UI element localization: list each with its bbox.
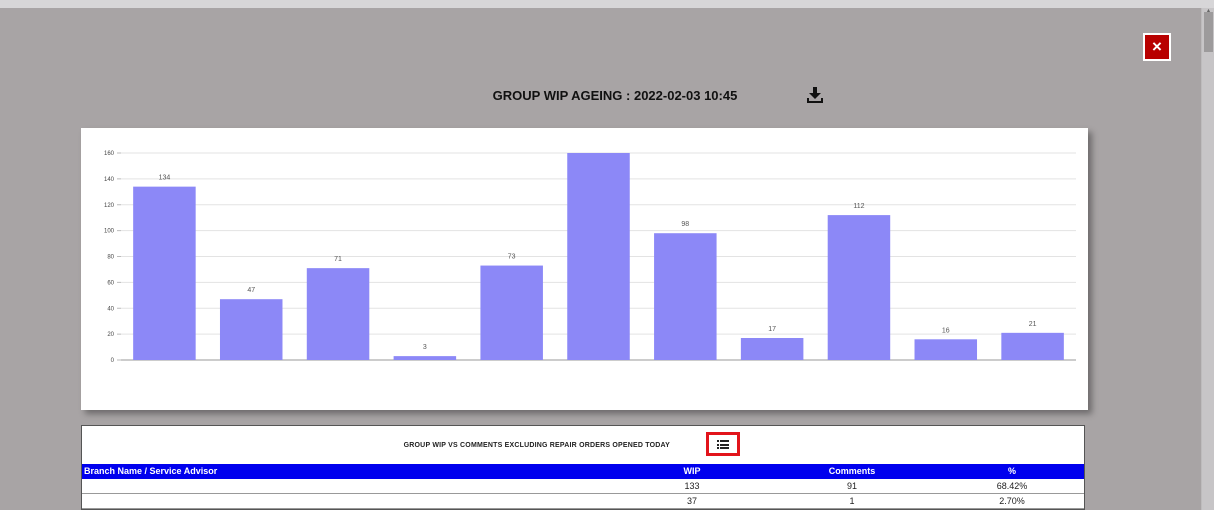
bar-data-label: 134 (159, 175, 171, 182)
list-toggle-button[interactable] (706, 432, 740, 456)
bar-data-label: 3 (423, 344, 427, 351)
table-title: GROUP WIP VS COMMENTS EXCLUDING REPAIR O… (403, 442, 670, 449)
y-tick-label: 60 (107, 280, 114, 286)
list-icon (717, 440, 729, 449)
cell-wip: 133 (684, 481, 700, 491)
bar (133, 186, 196, 360)
header-branch[interactable]: Branch Name / Service Advisor (84, 466, 217, 476)
bar (306, 268, 370, 360)
bar-data-label: 71 (334, 256, 342, 263)
bar-data-label: 47 (247, 287, 255, 294)
scroll-thumb[interactable] (1204, 12, 1213, 52)
header-percent[interactable]: % (962, 466, 1062, 476)
y-tick-label: 160 (104, 151, 115, 157)
y-tick-label: 80 (107, 255, 114, 261)
y-tick-label: 20 (107, 332, 114, 338)
bar-data-label: 21 (1029, 321, 1037, 328)
top-strip (0, 0, 1214, 8)
download-icon[interactable] (806, 86, 824, 104)
bar-data-label: 112 (853, 203, 864, 210)
page-title: GROUP WIP AGEING : 2022-02-03 10:45 (492, 88, 738, 103)
bar (480, 265, 543, 360)
bar-chart: 0 20 40 60 80 100 120 140 160 134 47 71 3 73 98 17 112 16… (104, 151, 1076, 364)
bar-data-label: 98 (681, 221, 689, 228)
cell-wip: 37 (686, 496, 697, 506)
bar (1001, 332, 1064, 360)
y-tick-label: 140 (104, 177, 115, 183)
bar (914, 339, 978, 360)
cell-comments: 91 (846, 481, 857, 491)
header-wip[interactable]: WIP (642, 466, 742, 476)
cell-percent: 2.70% (999, 496, 1025, 506)
table-row[interactable]: 37 1 2.70% (82, 494, 1084, 509)
y-tick-label: 120 (104, 203, 115, 209)
bar (393, 356, 457, 360)
table-row[interactable]: 133 91 68.42% (82, 479, 1084, 494)
bar-chart-panel: 0 20 40 60 80 100 120 140 160 134 47 71 3 73 98 17 112 16… (81, 128, 1088, 410)
bar-data-label: 73 (508, 254, 516, 261)
y-tick-label: 100 (104, 229, 115, 235)
close-button[interactable]: × (1143, 33, 1171, 61)
bar-data-label: 17 (768, 326, 776, 333)
bar (654, 233, 717, 360)
bar (740, 338, 804, 360)
y-tick-label: 0 (111, 358, 115, 364)
y-tick-label: 40 (107, 306, 114, 312)
wip-comments-table: GROUP WIP VS COMMENTS EXCLUDING REPAIR O… (81, 425, 1085, 510)
cell-comments: 1 (849, 496, 855, 506)
scrollbar[interactable]: ▲ (1201, 8, 1214, 510)
bar (827, 215, 891, 360)
bar (567, 153, 630, 360)
header-comments[interactable]: Comments (802, 466, 902, 476)
table-header: Branch Name / Service Advisor WIP Commen… (82, 464, 1084, 479)
bar (219, 299, 283, 360)
bar-data-label: 16 (942, 327, 950, 334)
cell-percent: 68.42% (996, 481, 1028, 491)
